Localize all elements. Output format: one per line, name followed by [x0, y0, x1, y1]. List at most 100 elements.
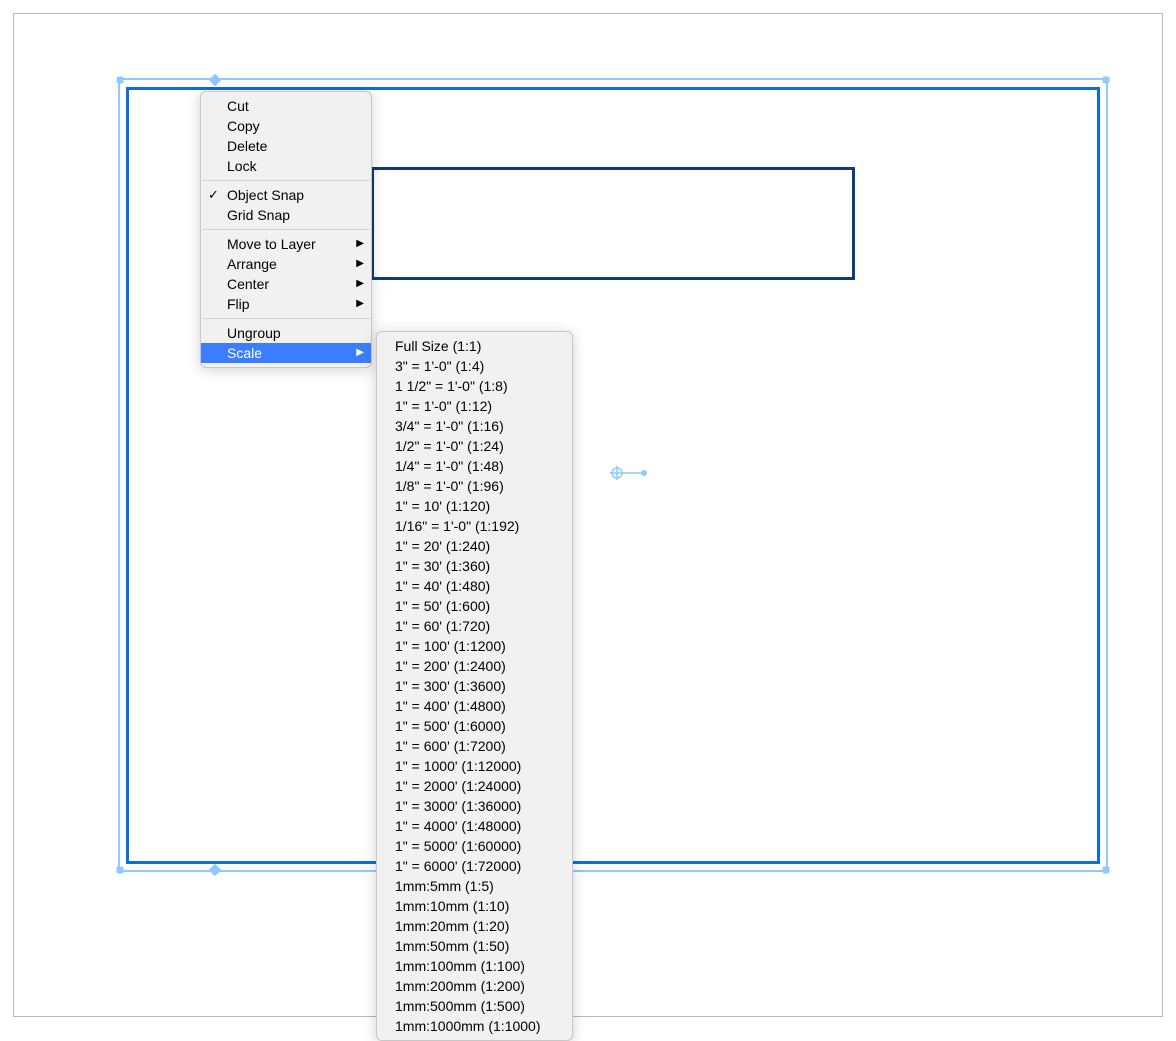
scale-option[interactable]: 1" = 1'-0" (1:12) — [377, 396, 572, 416]
scale-option[interactable]: 1mm:100mm (1:100) — [377, 956, 572, 976]
scale-option[interactable]: 1" = 1000' (1:12000) — [377, 756, 572, 776]
resize-handle-top-left[interactable] — [117, 77, 124, 84]
scale-option[interactable]: 1" = 200' (1:2400) — [377, 656, 572, 676]
scale-option[interactable]: 1mm:500mm (1:500) — [377, 996, 572, 1016]
scale-option-label: 1mm:100mm (1:100) — [395, 958, 525, 974]
window-frame: CutCopy Delete Lock ✓Object Snap Grid Snap Mo… — [13, 13, 1163, 1017]
scale-option[interactable]: 1" = 3000' (1:36000) — [377, 796, 572, 816]
scale-option[interactable]: 1" = 60' (1:720) — [377, 616, 572, 636]
menu-item-label: Grid Snap — [227, 207, 290, 223]
scale-option-label: 1mm:200mm (1:200) — [395, 978, 525, 994]
scale-option[interactable]: 1" = 6000' (1:72000) — [377, 856, 572, 876]
scale-option[interactable]: 1/2" = 1'-0" (1:24) — [377, 436, 572, 456]
submenu-arrow-icon: ▶ — [356, 255, 364, 273]
scale-option[interactable]: 1" = 5000' (1:60000) — [377, 836, 572, 856]
resize-handle-top-right[interactable] — [1103, 77, 1110, 84]
scale-option-label: 1" = 1'-0" (1:12) — [395, 398, 492, 414]
scale-option-label: 1" = 60' (1:720) — [395, 618, 490, 634]
submenu-arrow-icon: ▶ — [356, 344, 364, 362]
scale-option-label: 1" = 20' (1:240) — [395, 538, 490, 554]
menu-separator — [202, 318, 370, 319]
menu-item-grid-snap[interactable]: Grid Snap — [201, 205, 371, 225]
submenu-arrow-icon: ▶ — [356, 235, 364, 253]
menu-item-cut[interactable]: Cut — [201, 96, 371, 116]
scale-option[interactable]: 1" = 600' (1:7200) — [377, 736, 572, 756]
scale-option[interactable]: 1mm:10mm (1:10) — [377, 896, 572, 916]
menu-item-label: Center — [227, 276, 269, 292]
scale-option-label: 1mm:20mm (1:20) — [395, 918, 509, 934]
scale-option[interactable]: 1" = 400' (1:4800) — [377, 696, 572, 716]
menu-item-label: Delete — [227, 138, 267, 154]
scale-option[interactable]: 1mm:1000mm (1:1000) — [377, 1016, 572, 1036]
menu-item-lock[interactable]: Lock — [201, 156, 371, 176]
scale-option[interactable]: 1" = 300' (1:3600) — [377, 676, 572, 696]
menu-item-center[interactable]: Center ▶ — [201, 274, 371, 294]
scale-option-label: 1" = 300' (1:3600) — [395, 678, 506, 694]
scale-option[interactable]: 1mm:20mm (1:20) — [377, 916, 572, 936]
menu-separator — [202, 180, 370, 181]
rectangle-shape[interactable] — [371, 167, 855, 280]
menu-item-label: Lock — [227, 158, 257, 174]
scale-option-label: 3" = 1'-0" (1:4) — [395, 358, 484, 374]
scale-option[interactable]: 1" = 40' (1:480) — [377, 576, 572, 596]
scale-option-label: 1/2" = 1'-0" (1:24) — [395, 438, 504, 454]
menu-item-flip[interactable]: Flip ▶ — [201, 294, 371, 314]
scale-option[interactable]: 1/16" = 1'-0" (1:192) — [377, 516, 572, 536]
scale-option-label: 1" = 1000' (1:12000) — [395, 758, 521, 774]
resize-handle-bottom-right[interactable] — [1103, 867, 1110, 874]
scale-option[interactable]: 1" = 500' (1:6000) — [377, 716, 572, 736]
scale-option[interactable]: 1mm:200mm (1:200) — [377, 976, 572, 996]
scale-option-label: 1mm:5mm (1:5) — [395, 878, 494, 894]
scale-option-label: 1/4" = 1'-0" (1:48) — [395, 458, 504, 474]
menu-item-arrange[interactable]: Arrange ▶ — [201, 254, 371, 274]
scale-option[interactable]: 1" = 2000' (1:24000) — [377, 776, 572, 796]
rotate-handle-top[interactable] — [209, 74, 222, 87]
scale-option-label: 1/16" = 1'-0" (1:192) — [395, 518, 519, 534]
scale-option-label: 1" = 400' (1:4800) — [395, 698, 506, 714]
menu-item-object-snap[interactable]: ✓Object Snap — [201, 185, 371, 205]
scale-option-label: 1" = 10' (1:120) — [395, 498, 490, 514]
scale-option-label: 1/8" = 1'-0" (1:96) — [395, 478, 504, 494]
scale-option-label: 3/4" = 1'-0" (1:16) — [395, 418, 504, 434]
scale-option[interactable]: 1" = 100' (1:1200) — [377, 636, 572, 656]
scale-option-label: 1mm:500mm (1:500) — [395, 998, 525, 1014]
resize-handle-bottom-left[interactable] — [117, 867, 124, 874]
scale-option[interactable]: 1" = 10' (1:120) — [377, 496, 572, 516]
scale-option-label: 1" = 500' (1:6000) — [395, 718, 506, 734]
context-menu[interactable]: CutCopy Delete Lock ✓Object Snap Grid Snap Mo… — [200, 91, 372, 368]
scale-option-label: 1mm:50mm (1:50) — [395, 938, 509, 954]
menu-item-label: Arrange — [227, 256, 277, 272]
scale-option[interactable]: 1/4" = 1'-0" (1:48) — [377, 456, 572, 476]
scale-option-label: 1" = 600' (1:7200) — [395, 738, 506, 754]
scale-option-label: 1" = 3000' (1:36000) — [395, 798, 521, 814]
menu-separator — [202, 229, 370, 230]
scale-option[interactable]: 1/8" = 1'-0" (1:96) — [377, 476, 572, 496]
scale-option[interactable]: 1" = 4000' (1:48000) — [377, 816, 572, 836]
scale-option-label: 1" = 200' (1:2400) — [395, 658, 506, 674]
menu-item-label: Move to Layer — [227, 236, 316, 252]
scale-option[interactable]: 1 1/2" = 1'-0" (1:8) — [377, 376, 572, 396]
submenu-arrow-icon: ▶ — [356, 295, 364, 313]
scale-option-label: 1" = 5000' (1:60000) — [395, 838, 521, 854]
submenu-arrow-icon: ▶ — [356, 275, 364, 293]
menu-item-scale[interactable]: Scale▶ — [201, 343, 371, 363]
scale-submenu[interactable]: Full Size (1:1) 3" = 1'-0" (1:4) 1 1/2" = … — [376, 331, 573, 1041]
scale-option[interactable]: 1mm:50mm (1:50) — [377, 936, 572, 956]
menu-item-copy[interactable]: Copy — [201, 116, 371, 136]
menu-item-move-to-layer[interactable]: Move to Layer ▶ — [201, 234, 371, 254]
menu-item-label: Flip — [227, 296, 250, 312]
scale-option[interactable]: 3" = 1'-0" (1:4) — [377, 356, 572, 376]
scale-option-label: 1" = 4000' (1:48000) — [395, 818, 521, 834]
scale-option[interactable]: 1" = 50' (1:600) — [377, 596, 572, 616]
scale-option[interactable]: 1" = 30' (1:360) — [377, 556, 572, 576]
scale-option[interactable]: 3/4" = 1'-0" (1:16) — [377, 416, 572, 436]
menu-item-delete[interactable]: Delete — [201, 136, 371, 156]
scale-option[interactable]: Full Size (1:1) — [377, 336, 572, 356]
rotate-handle-bottom[interactable] — [209, 864, 222, 877]
scale-option[interactable]: 1" = 20' (1:240) — [377, 536, 572, 556]
menu-item-ungroup[interactable]: Ungroup — [201, 323, 371, 343]
scale-option-label: 1" = 6000' (1:72000) — [395, 858, 521, 874]
scale-option-label: 1" = 2000' (1:24000) — [395, 778, 521, 794]
check-icon: ✓ — [208, 186, 219, 204]
scale-option[interactable]: 1mm:5mm (1:5) — [377, 876, 572, 896]
